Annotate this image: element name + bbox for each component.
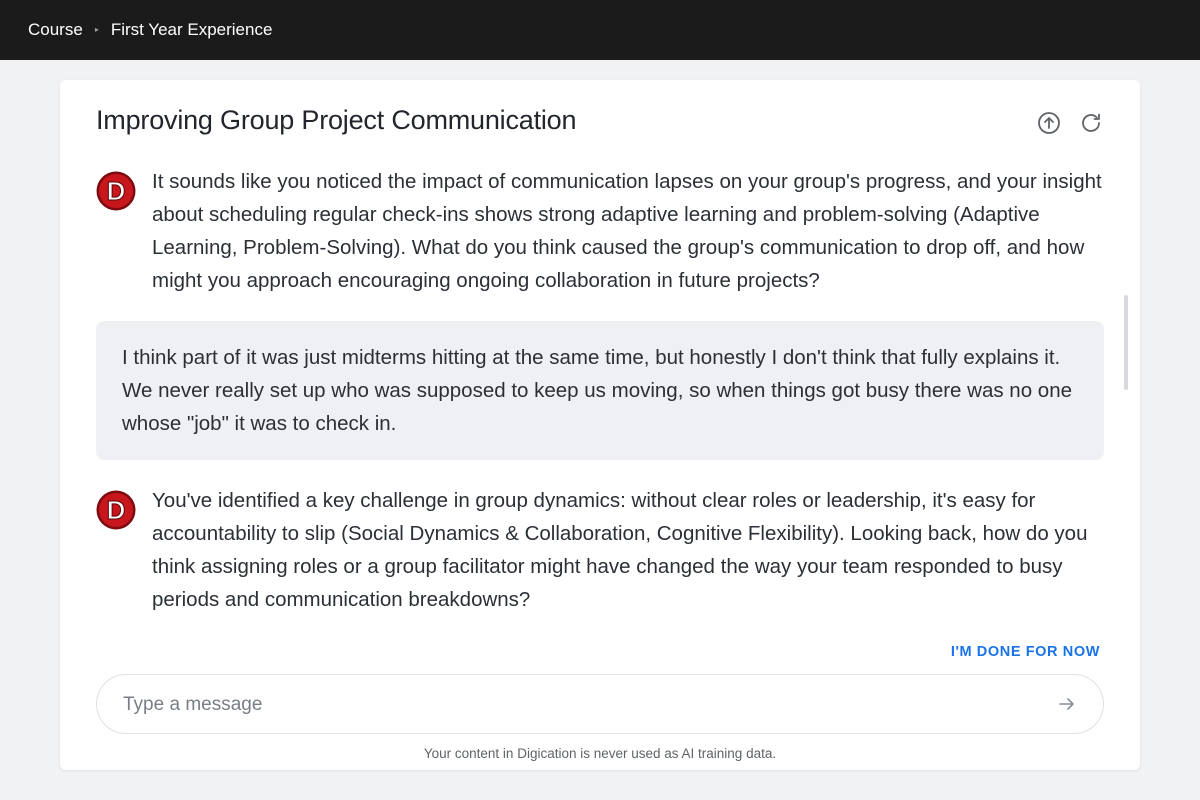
breadcrumb-separator-icon: ▸: [94, 24, 99, 34]
assistant-avatar-icon: D: [96, 490, 136, 530]
assistant-avatar-icon: D: [96, 171, 136, 211]
arrow-up-circle-icon[interactable]: [1037, 111, 1061, 135]
breadcrumb-first-year-experience[interactable]: First Year Experience: [111, 20, 273, 40]
conversation-title: Improving Group Project Communication: [96, 105, 577, 135]
refresh-icon[interactable]: [1079, 111, 1103, 135]
arrow-right-icon[interactable]: [1057, 694, 1077, 714]
message-input[interactable]: [121, 675, 1025, 735]
done-for-now-button[interactable]: I'M DONE FOR NOW: [951, 644, 1100, 660]
privacy-notice: Your content in Digication is never used…: [423, 746, 777, 761]
assistant-message-text: It sounds like you noticed the impact of…: [152, 170, 1102, 292]
svg-text:D: D: [107, 495, 126, 525]
message-composer: [96, 674, 1104, 735]
assistant-message-text: You've identified a key challenge in gro…: [152, 489, 1088, 611]
svg-text:D: D: [107, 176, 126, 206]
breadcrumb-course[interactable]: Course: [28, 20, 83, 40]
chat-card: Improving Group Project Communication D …: [60, 80, 1140, 770]
user-message: I think part of it was just midterms hit…: [96, 321, 1104, 460]
assistant-message: D You've identified a key challenge in g…: [96, 484, 1106, 616]
top-bar: Course ▸ First Year Experience: [0, 0, 1200, 60]
assistant-message: D It sounds like you noticed the impact …: [96, 165, 1106, 297]
scrollbar[interactable]: [1124, 295, 1128, 390]
